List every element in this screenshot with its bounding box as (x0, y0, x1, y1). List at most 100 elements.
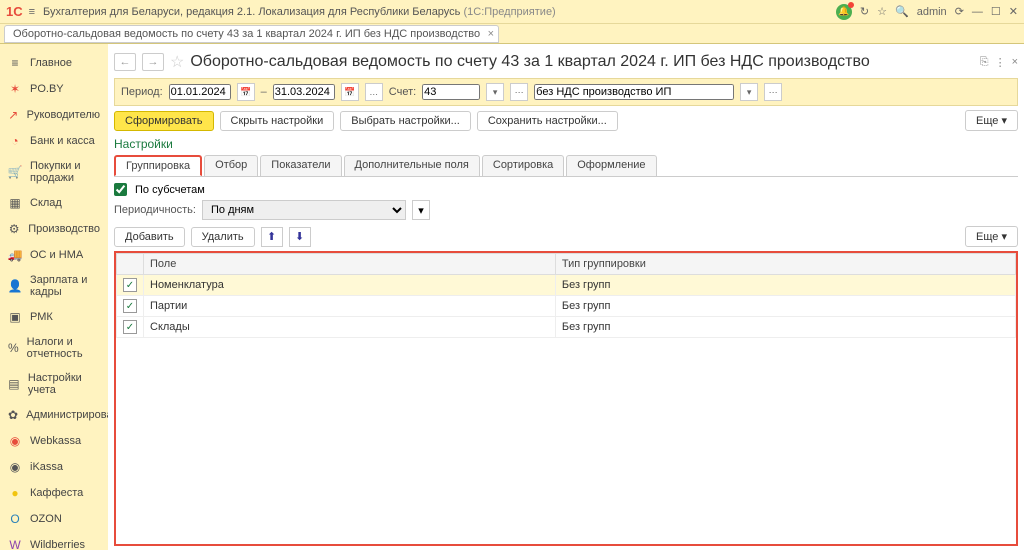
desc-dd-icon[interactable]: ▾ (740, 83, 758, 101)
date-from-input[interactable] (169, 84, 231, 100)
sidebar-item-10[interactable]: %Налоги и отчетность (0, 330, 108, 366)
sidebar-item-11[interactable]: ▤ Настройки учета (0, 366, 108, 402)
settings-tab-Показатели[interactable]: Показатели (260, 155, 341, 176)
sidebar-item-8[interactable]: 👤Зарплата и кадры (0, 268, 108, 304)
sidebar-item-label: Банк и касса (30, 135, 95, 147)
sidebar-item-0[interactable]: ≡ Главное (0, 50, 108, 76)
sidebar-item-label: Зарплата и кадры (30, 274, 100, 298)
content-area: ← → ☆ Оборотно-сальдовая ведомость по сч… (108, 44, 1024, 550)
subaccounts-label: По субсчетам (135, 184, 205, 196)
date-to-input[interactable] (273, 84, 335, 100)
sidebar-icon: ▤ (8, 377, 20, 391)
account-dd-icon[interactable]: ▾ (486, 83, 504, 101)
sidebar-item-3[interactable]: ◔ Банк и касса (0, 128, 108, 154)
periodicity-dd-icon[interactable]: ▾ (412, 200, 430, 220)
search-titlebar-icon[interactable]: 🔍 (895, 5, 909, 18)
settings-tab-Дополнительные поля[interactable]: Дополнительные поля (344, 155, 480, 176)
subaccounts-checkbox[interactable] (114, 183, 127, 196)
description-input[interactable] (534, 84, 734, 100)
star-icon[interactable]: ☆ (877, 5, 887, 18)
sidebar-item-label: Руководителю (27, 109, 100, 121)
action-bar: Сформировать Скрыть настройки Выбрать на… (114, 110, 1018, 131)
col-type[interactable]: Тип группировки (555, 254, 1015, 275)
settings-tab-Оформление[interactable]: Оформление (566, 155, 656, 176)
favorite-star-icon[interactable]: ☆ (170, 52, 184, 72)
col-field[interactable]: Поле (144, 254, 556, 275)
account-lookup-button[interactable]: ⋯ (510, 83, 528, 101)
settings-tab-Сортировка[interactable]: Сортировка (482, 155, 564, 176)
sidebar-icon: ✿ (8, 408, 18, 422)
sidebar-item-13[interactable]: ◉Webkassa (0, 428, 108, 454)
move-down-icon[interactable]: ⬇ (289, 227, 311, 247)
table-row[interactable]: ✓ПартииБез групп (117, 296, 1016, 317)
choose-settings-button[interactable]: Выбрать настройки... (340, 111, 471, 131)
sidebar-icon: ≡ (8, 56, 22, 70)
notification-bell-icon[interactable]: 🔔 (836, 4, 852, 20)
history-icon[interactable]: ↻ (860, 5, 869, 18)
row-checkbox[interactable]: ✓ (123, 299, 137, 313)
app-logo: 1C (6, 4, 23, 19)
sidebar-item-1[interactable]: ✶PO.BY (0, 76, 108, 102)
sidebar-item-15[interactable]: ●Каффеста (0, 480, 108, 506)
hamburger-icon[interactable]: ≡ (29, 6, 35, 18)
document-tab[interactable]: Оборотно-сальдовая ведомость по счету 43… (4, 25, 499, 43)
sidebar-item-label: Каффеста (30, 487, 83, 499)
sidebar-icon: % (8, 341, 19, 355)
close-tab-icon[interactable]: × (488, 28, 494, 40)
periodicity-select[interactable]: По дням (202, 200, 406, 220)
desc-lookup-button[interactable]: ⋯ (764, 83, 782, 101)
sidebar-icon: 🛒 (8, 165, 22, 179)
close-window-icon[interactable]: ✕ (1009, 5, 1018, 18)
sidebar-item-17[interactable]: WWildberries (0, 532, 108, 550)
sidebar-icon: ◔ (8, 134, 22, 148)
row-field: Партии (144, 296, 556, 317)
minimize-icon[interactable]: — (972, 6, 983, 18)
save-settings-button[interactable]: Сохранить настройки... (477, 111, 618, 131)
sidebar-item-2[interactable]: ↗ Руководителю (0, 102, 108, 128)
nav-forward-button[interactable]: → (142, 53, 164, 71)
sidebar-item-16[interactable]: OOZON (0, 506, 108, 532)
sidebar-item-5[interactable]: ▦ Склад (0, 190, 108, 216)
sidebar-icon: ↗ (8, 108, 19, 122)
sidebar-item-7[interactable]: 🚚ОС и НМА (0, 242, 108, 268)
calendar-from-icon[interactable]: 📅 (237, 83, 255, 101)
maximize-icon[interactable]: ☐ (991, 5, 1001, 18)
sync-icon[interactable]: ⟳ (955, 5, 964, 18)
sidebar-icon: ▦ (8, 196, 22, 210)
close-page-icon[interactable]: × (1012, 56, 1018, 69)
link-icon[interactable]: ⎘ (980, 56, 989, 69)
sidebar-item-label: Настройки учета (28, 372, 100, 396)
table-row[interactable]: ✓СкладыБез групп (117, 317, 1016, 338)
kebab-menu-icon[interactable]: ⋮ (995, 56, 1006, 69)
more-button[interactable]: Еще ▾ (965, 110, 1018, 131)
col-check (117, 254, 144, 275)
sidebar-item-14[interactable]: ◉iKassa (0, 454, 108, 480)
sidebar-item-9[interactable]: ▣РМК (0, 304, 108, 330)
delete-button[interactable]: Удалить (191, 227, 255, 247)
page-title: Оборотно-сальдовая ведомость по счету 43… (190, 53, 869, 71)
sidebar-item-12[interactable]: ✿Администрирование (0, 402, 108, 428)
sidebar-item-4[interactable]: 🛒Покупки и продажи (0, 154, 108, 190)
settings-tab-Отбор[interactable]: Отбор (204, 155, 258, 176)
row-checkbox[interactable]: ✓ (123, 278, 137, 292)
hide-settings-button[interactable]: Скрыть настройки (220, 111, 335, 131)
period-picker-button[interactable]: … (365, 83, 383, 101)
row-checkbox[interactable]: ✓ (123, 320, 137, 334)
add-button[interactable]: Добавить (114, 227, 185, 247)
table-more-button[interactable]: Еще ▾ (965, 226, 1018, 247)
generate-button[interactable]: Сформировать (114, 111, 214, 131)
table-row[interactable]: ✓НоменклатураБез групп (117, 275, 1016, 296)
user-label: admin (917, 6, 947, 18)
move-up-icon[interactable]: ⬆ (261, 227, 283, 247)
account-input[interactable] (422, 84, 480, 100)
sidebar-item-label: Склад (30, 197, 62, 209)
sidebar-icon: ◉ (8, 434, 22, 448)
sidebar-item-label: OZON (30, 513, 62, 525)
nav-back-button[interactable]: ← (114, 53, 136, 71)
calendar-to-icon[interactable]: 📅 (341, 83, 359, 101)
sidebar-item-label: Главное (30, 57, 72, 69)
dash: – (261, 86, 267, 98)
sidebar-item-6[interactable]: ⚙Производство (0, 216, 108, 242)
row-type: Без групп (555, 317, 1015, 338)
settings-tab-Группировка[interactable]: Группировка (114, 155, 202, 176)
